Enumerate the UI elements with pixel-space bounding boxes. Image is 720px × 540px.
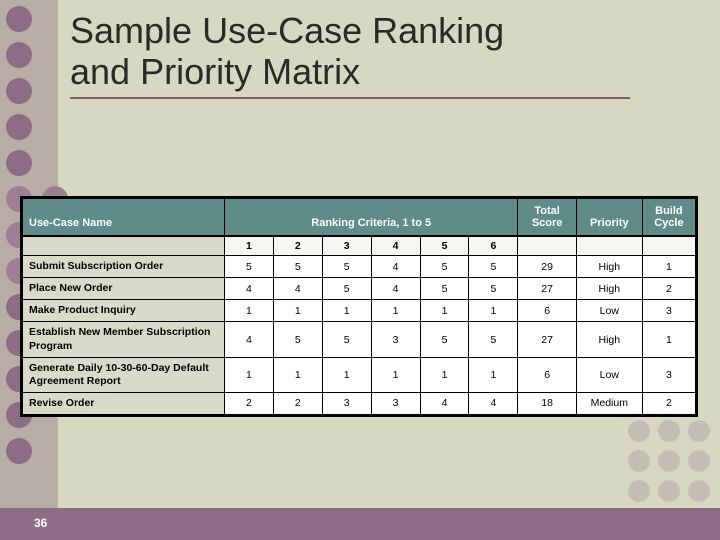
page-number: 36 bbox=[34, 516, 47, 530]
row-val: 5 bbox=[469, 322, 518, 357]
title-underline bbox=[70, 97, 630, 99]
row-score: 6 bbox=[518, 357, 576, 392]
row-val: 1 bbox=[420, 300, 469, 322]
row-val: 5 bbox=[273, 256, 322, 278]
row-cycle: 3 bbox=[642, 357, 695, 392]
row-cycle: 1 bbox=[642, 256, 695, 278]
row-priority: High bbox=[576, 278, 642, 300]
col-header-priority: Priority bbox=[576, 199, 642, 237]
row-val: 1 bbox=[322, 300, 371, 322]
table-row: Submit Subscription Order55545529High1 bbox=[23, 256, 696, 278]
row-name: Submit Subscription Order bbox=[23, 256, 225, 278]
row-cycle: 2 bbox=[642, 278, 695, 300]
row-val: 1 bbox=[469, 300, 518, 322]
row-val: 4 bbox=[224, 278, 273, 300]
row-val: 4 bbox=[273, 278, 322, 300]
row-val: 5 bbox=[420, 256, 469, 278]
row-val: 2 bbox=[224, 392, 273, 414]
row-val: 5 bbox=[469, 256, 518, 278]
row-val: 1 bbox=[322, 357, 371, 392]
priority-matrix-table: Use-Case Name Ranking Criteria, 1 to 5 T… bbox=[20, 196, 698, 417]
row-val: 3 bbox=[371, 392, 420, 414]
row-val: 1 bbox=[224, 300, 273, 322]
row-priority: Low bbox=[576, 300, 642, 322]
row-val: 1 bbox=[224, 357, 273, 392]
row-val: 5 bbox=[273, 322, 322, 357]
row-val: 5 bbox=[322, 322, 371, 357]
row-name: Revise Order bbox=[23, 392, 225, 414]
row-priority: Low bbox=[576, 357, 642, 392]
row-val: 5 bbox=[420, 322, 469, 357]
row-cycle: 2 bbox=[642, 392, 695, 414]
row-val: 1 bbox=[371, 357, 420, 392]
table-header-row: Use-Case Name Ranking Criteria, 1 to 5 T… bbox=[23, 199, 696, 237]
table-row: Revise Order22334418Medium2 bbox=[23, 392, 696, 414]
row-score: 27 bbox=[518, 322, 576, 357]
row-val: 1 bbox=[273, 300, 322, 322]
criteria-col-2: 2 bbox=[273, 236, 322, 256]
title-line-2: and Priority Matrix bbox=[70, 51, 360, 92]
row-val: 4 bbox=[469, 392, 518, 414]
criteria-col-4: 4 bbox=[371, 236, 420, 256]
footer-strip bbox=[0, 508, 720, 540]
row-cycle: 1 bbox=[642, 322, 695, 357]
row-val: 1 bbox=[371, 300, 420, 322]
row-priority: High bbox=[576, 322, 642, 357]
row-name: Place New Order bbox=[23, 278, 225, 300]
criteria-col-5: 5 bbox=[420, 236, 469, 256]
page-title: Sample Use-Case Ranking and Priority Mat… bbox=[70, 10, 630, 99]
row-score: 6 bbox=[518, 300, 576, 322]
criteria-col-6: 6 bbox=[469, 236, 518, 256]
row-val: 5 bbox=[322, 278, 371, 300]
table-row: Make Product Inquiry1111116Low3 bbox=[23, 300, 696, 322]
row-name: Generate Daily 10-30-60-Day Default Agre… bbox=[23, 357, 225, 392]
row-score: 29 bbox=[518, 256, 576, 278]
table-row: Place New Order44545527High2 bbox=[23, 278, 696, 300]
row-val: 2 bbox=[273, 392, 322, 414]
row-val: 4 bbox=[420, 392, 469, 414]
col-header-ranking: Ranking Criteria, 1 to 5 bbox=[224, 199, 517, 237]
criteria-col-1: 1 bbox=[224, 236, 273, 256]
col-header-name: Use-Case Name bbox=[23, 199, 225, 237]
row-val: 5 bbox=[224, 256, 273, 278]
row-val: 5 bbox=[420, 278, 469, 300]
row-val: 1 bbox=[273, 357, 322, 392]
row-name: Establish New Member Subscription Progra… bbox=[23, 322, 225, 357]
row-val: 1 bbox=[469, 357, 518, 392]
decor-dots-bottom-right bbox=[628, 420, 710, 502]
row-priority: High bbox=[576, 256, 642, 278]
criteria-col-3: 3 bbox=[322, 236, 371, 256]
row-val: 3 bbox=[371, 322, 420, 357]
row-score: 27 bbox=[518, 278, 576, 300]
table-row: Generate Daily 10-30-60-Day Default Agre… bbox=[23, 357, 696, 392]
row-priority: Medium bbox=[576, 392, 642, 414]
row-val: 4 bbox=[371, 278, 420, 300]
col-header-cycle: Build Cycle bbox=[642, 199, 695, 237]
col-header-score: Total Score bbox=[518, 199, 576, 237]
table-subheader-row: 1 2 3 4 5 6 bbox=[23, 236, 696, 256]
row-val: 3 bbox=[322, 392, 371, 414]
title-line-1: Sample Use-Case Ranking bbox=[70, 10, 504, 51]
row-val: 4 bbox=[371, 256, 420, 278]
row-score: 18 bbox=[518, 392, 576, 414]
row-val: 1 bbox=[420, 357, 469, 392]
row-val: 5 bbox=[469, 278, 518, 300]
row-val: 5 bbox=[322, 256, 371, 278]
table-row: Establish New Member Subscription Progra… bbox=[23, 322, 696, 357]
row-cycle: 3 bbox=[642, 300, 695, 322]
row-val: 4 bbox=[224, 322, 273, 357]
row-name: Make Product Inquiry bbox=[23, 300, 225, 322]
